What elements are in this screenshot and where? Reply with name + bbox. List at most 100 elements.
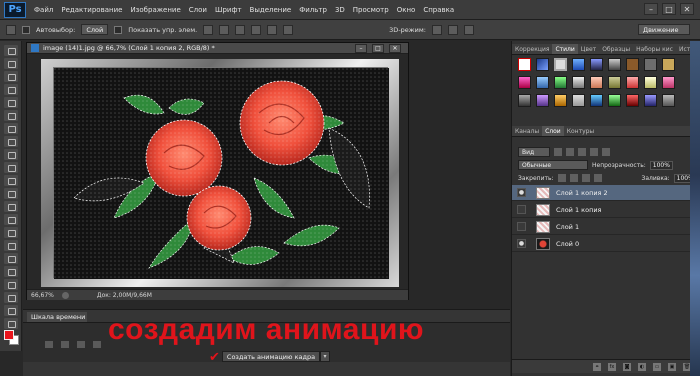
create-frame-animation-button[interactable]: Создать анимацию кадра	[222, 351, 320, 362]
first-frame-icon[interactable]	[45, 341, 53, 348]
visibility-eye-icon[interactable]: ●	[517, 239, 526, 248]
visibility-eye-icon[interactable]	[517, 222, 526, 231]
eraser-tool-icon[interactable]	[4, 175, 18, 186]
blur-tool-icon[interactable]	[4, 201, 18, 212]
menu-view[interactable]: Просмотр	[353, 6, 389, 14]
lasso-tool-icon[interactable]	[4, 71, 18, 82]
style-none[interactable]	[518, 58, 531, 71]
adjustment-icon[interactable]: ◐	[638, 362, 646, 371]
zoom-level[interactable]: 66,67%	[31, 292, 54, 299]
move-tool-icon[interactable]	[4, 45, 18, 56]
group-icon[interactable]: ▭	[653, 362, 661, 371]
menu-file[interactable]: Файл	[34, 6, 53, 14]
lock-position-icon[interactable]	[581, 174, 590, 182]
status-info-icon[interactable]	[61, 291, 69, 299]
style-swatch[interactable]	[590, 76, 603, 89]
tab-layers[interactable]: Слои	[542, 126, 564, 136]
style-swatch[interactable]	[572, 94, 585, 107]
path-select-tool-icon[interactable]	[4, 253, 18, 264]
tab-swatches[interactable]: Образцы	[599, 44, 633, 54]
eyedropper-tool-icon[interactable]	[4, 110, 18, 121]
style-swatch[interactable]	[608, 58, 621, 71]
style-swatch[interactable]	[536, 58, 549, 71]
pen-tool-icon[interactable]	[4, 227, 18, 238]
filter-type-icon[interactable]	[578, 148, 586, 156]
style-swatch[interactable]	[590, 94, 603, 107]
menu-filter[interactable]: Фильтр	[299, 6, 327, 14]
prev-frame-icon[interactable]	[61, 341, 69, 348]
lock-all-icon[interactable]	[593, 174, 602, 182]
filter-pixel-icon[interactable]	[554, 148, 562, 156]
canvas[interactable]	[41, 59, 399, 287]
blend-mode-select[interactable]: Обычные	[518, 160, 588, 170]
menu-type[interactable]: Шрифт	[215, 6, 242, 14]
menu-help[interactable]: Справка	[423, 6, 454, 14]
timeline-tab[interactable]: Шкала времени	[27, 312, 87, 322]
workspace-dropdown[interactable]: Движение	[638, 24, 690, 35]
style-swatch[interactable]	[662, 58, 675, 71]
align-right-icon[interactable]	[283, 24, 294, 35]
doc-maximize-button[interactable]: □	[372, 44, 384, 53]
3d-roll-icon[interactable]	[447, 24, 458, 35]
style-swatch[interactable]	[572, 58, 585, 71]
lock-pixels-icon[interactable]	[569, 174, 578, 182]
style-swatch[interactable]	[626, 58, 639, 71]
opacity-input[interactable]: 100%	[649, 160, 673, 170]
edit-toolbar-icon[interactable]	[4, 305, 18, 316]
type-tool-icon[interactable]	[4, 240, 18, 251]
layer-row[interactable]: Слой 1	[512, 219, 692, 235]
style-swatch[interactable]	[572, 76, 585, 89]
style-swatch[interactable]	[626, 76, 639, 89]
tab-paths[interactable]: Контуры	[564, 126, 597, 136]
layer-row[interactable]: ● Слой 1 копия 2	[512, 185, 692, 201]
shape-tool-icon[interactable]	[4, 266, 18, 277]
tab-styles[interactable]: Стили	[552, 44, 578, 54]
fx-icon[interactable]: fx	[608, 362, 616, 371]
dodge-tool-icon[interactable]	[4, 214, 18, 225]
document-titlebar[interactable]: image (14)1.jpg @ 66,7% (Слой 1 копия 2,…	[27, 43, 408, 54]
align-top-icon[interactable]	[203, 24, 214, 35]
align-bottom-icon[interactable]	[235, 24, 246, 35]
hand-tool-icon[interactable]	[4, 279, 18, 290]
menu-image[interactable]: Изображение	[130, 6, 180, 14]
autoselect-dropdown[interactable]: Слой	[81, 24, 109, 35]
close-button[interactable]: ✕	[680, 3, 694, 15]
layer-row[interactable]: Слой 1 копия	[512, 202, 692, 218]
minimize-button[interactable]: –	[644, 3, 658, 15]
maximize-button[interactable]: □	[662, 3, 676, 15]
filter-smart-icon[interactable]	[602, 148, 610, 156]
style-swatch[interactable]	[608, 76, 621, 89]
style-swatch[interactable]	[662, 94, 675, 107]
layer-kind-filter[interactable]: Вид	[518, 147, 550, 157]
healing-brush-tool-icon[interactable]	[4, 123, 18, 134]
doc-close-button[interactable]: ✕	[389, 44, 401, 53]
play-icon[interactable]	[77, 341, 85, 348]
3d-rotate-icon[interactable]	[431, 24, 442, 35]
style-swatch[interactable]	[608, 94, 621, 107]
animation-type-dropdown[interactable]: ▾	[320, 351, 330, 362]
zoom-tool-icon[interactable]	[4, 292, 18, 303]
doc-minimize-button[interactable]: –	[355, 44, 367, 53]
tab-adjustments[interactable]: Коррекция	[512, 44, 552, 54]
foreground-color-swatch[interactable]	[4, 330, 14, 340]
menu-select[interactable]: Выделение	[250, 6, 292, 14]
menu-3d[interactable]: 3D	[335, 6, 345, 14]
clone-stamp-tool-icon[interactable]	[4, 149, 18, 160]
menu-layers[interactable]: Слои	[189, 6, 207, 14]
style-swatch[interactable]	[644, 58, 657, 71]
style-swatch[interactable]	[662, 76, 675, 89]
style-swatch[interactable]	[536, 94, 549, 107]
mask-icon[interactable]: ◙	[623, 362, 631, 371]
move-tool-icon[interactable]	[6, 24, 16, 35]
menu-window[interactable]: Окно	[397, 6, 416, 14]
style-swatch[interactable]	[554, 58, 567, 71]
style-swatch[interactable]	[554, 76, 567, 89]
gradient-tool-icon[interactable]	[4, 188, 18, 199]
quick-select-tool-icon[interactable]	[4, 84, 18, 95]
tab-color[interactable]: Цвет	[578, 44, 599, 54]
crop-tool-icon[interactable]	[4, 97, 18, 108]
show-controls-checkbox[interactable]	[114, 25, 123, 34]
lock-transparency-icon[interactable]	[557, 174, 566, 182]
history-brush-tool-icon[interactable]	[4, 162, 18, 173]
style-swatch[interactable]	[536, 76, 549, 89]
